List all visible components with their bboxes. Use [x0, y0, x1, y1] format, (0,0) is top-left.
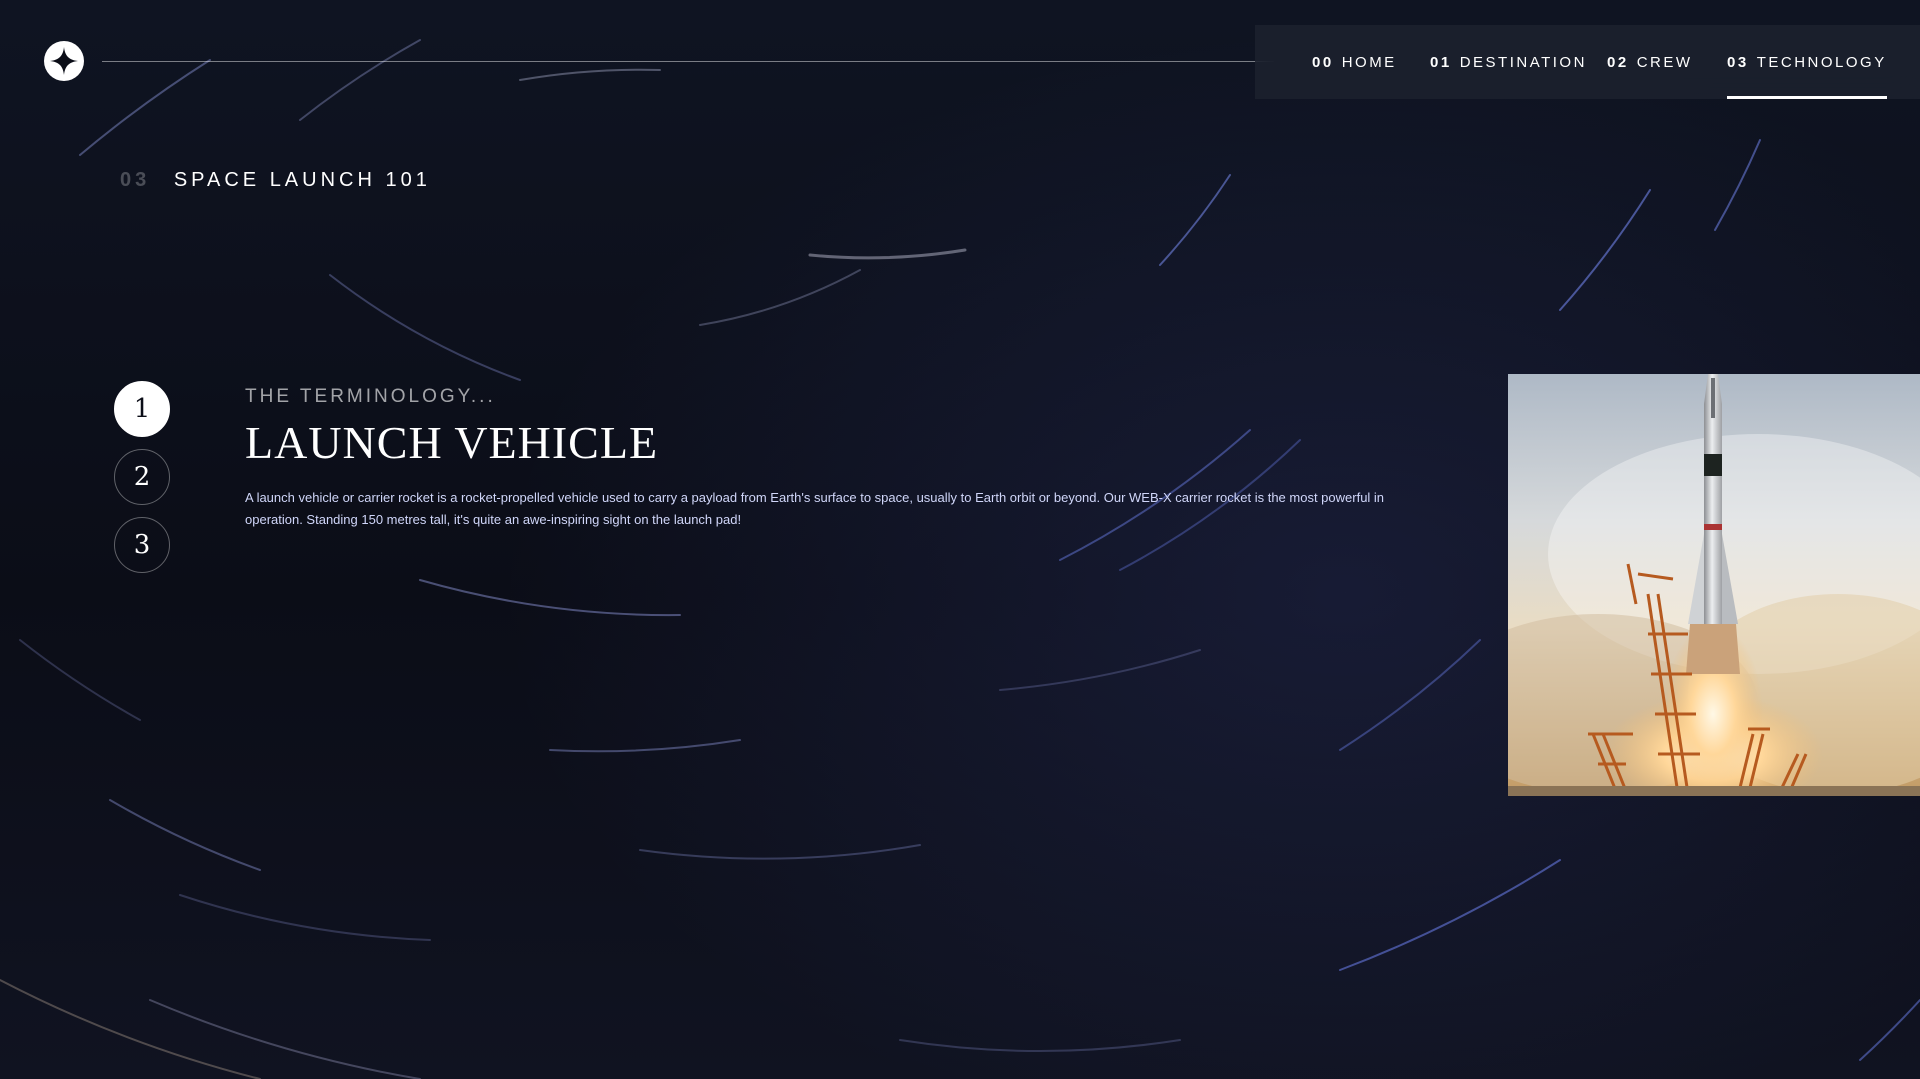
- nav-item-home[interactable]: 00 HOME: [1312, 25, 1397, 99]
- site-header: 00 HOME 01 DESTINATION 02 CREW 03 TECHNO…: [0, 0, 1920, 100]
- step-button-1[interactable]: 1: [114, 381, 170, 437]
- technology-content: THE TERMINOLOGY... LAUNCH VEHICLE A laun…: [245, 386, 1395, 531]
- eyebrow-number: 03: [120, 169, 151, 191]
- page-eyebrow: 03 SPACE LAUNCH 101: [120, 169, 431, 192]
- nav-item-number: 03: [1727, 53, 1749, 71]
- nav-item-label: DESTINATION: [1459, 53, 1587, 71]
- star-logo-icon[interactable]: [44, 41, 84, 81]
- nav-item-label: CREW: [1636, 53, 1693, 71]
- eyebrow-text: SPACE LAUNCH 101: [173, 169, 431, 191]
- nav-item-number: 02: [1607, 53, 1629, 71]
- technology-description: A launch vehicle or carrier rocket is a …: [245, 490, 1385, 527]
- nav-item-label: TECHNOLOGY: [1756, 53, 1887, 71]
- nav-item-number: 00: [1312, 53, 1334, 71]
- terminology-subheading: THE TERMINOLOGY...: [245, 386, 496, 407]
- nav-item-technology[interactable]: 03 TECHNOLOGY: [1727, 25, 1887, 99]
- nav-item-crew[interactable]: 02 CREW: [1607, 25, 1693, 99]
- header-divider: [102, 61, 1274, 62]
- rocket-launch-photo: [1508, 374, 1920, 796]
- technology-title: LAUNCH VEHICLE: [245, 417, 659, 468]
- step-selector: 1 2 3: [114, 381, 170, 585]
- nav-item-destination[interactable]: 01 DESTINATION: [1430, 25, 1587, 99]
- step-button-3[interactable]: 3: [114, 517, 170, 573]
- nav-item-label: HOME: [1341, 53, 1397, 71]
- primary-nav: 00 HOME 01 DESTINATION 02 CREW 03 TECHNO…: [1255, 25, 1920, 99]
- step-button-2[interactable]: 2: [114, 449, 170, 505]
- rocket-illustration: [1508, 374, 1920, 796]
- nav-item-number: 01: [1430, 53, 1452, 71]
